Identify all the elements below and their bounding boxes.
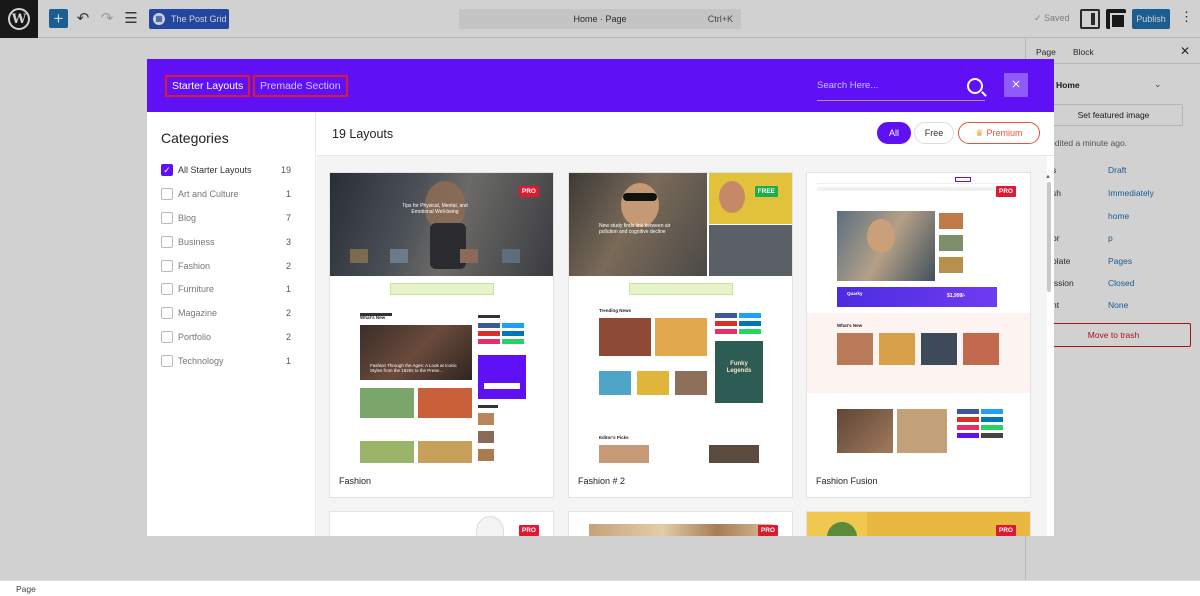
checkbox[interactable] xyxy=(161,283,173,295)
checkbox[interactable] xyxy=(161,260,173,272)
thumb-section-title: Editor's Picks xyxy=(599,435,629,440)
category-count: 1 xyxy=(285,356,291,366)
category-count: 2 xyxy=(285,332,291,342)
category-art-and-culture[interactable]: Art and Culture 1 xyxy=(161,188,291,202)
category-label: Fashion xyxy=(178,261,211,271)
layout-card[interactable]: PRO xyxy=(329,511,554,536)
scrollbar-thumb[interactable] xyxy=(1047,182,1051,292)
category-magazine[interactable]: Magazine 2 xyxy=(161,307,291,321)
layout-card-title: Fashion # 2 xyxy=(578,476,626,486)
tab-premade-section[interactable]: Premade Section xyxy=(253,75,348,97)
category-count: 2 xyxy=(285,308,291,318)
pro-badge: PRO xyxy=(518,525,539,536)
close-button[interactable]: × xyxy=(1004,73,1028,97)
category-portfolio[interactable]: Portfolio 2 xyxy=(161,331,291,345)
layout-preview-image: New study finds link between air polluti… xyxy=(569,173,792,463)
category-label: All Starter Layouts xyxy=(178,165,252,175)
category-technology[interactable]: Technology 1 xyxy=(161,355,291,369)
checkbox-checked-icon[interactable]: ✓ xyxy=(161,164,173,176)
breadcrumb-page[interactable]: Page xyxy=(16,584,36,594)
starter-layouts-modal: Starter Layouts Premade Section Search H… xyxy=(147,59,1054,536)
layout-card-fashion-fusion[interactable]: Quarky $1,999/- What's New PRO Fashion F… xyxy=(806,172,1031,498)
modal-header: Starter Layouts Premade Section Search H… xyxy=(147,59,1054,112)
category-label: Technology xyxy=(178,356,224,366)
thumb-section-title: What's New xyxy=(360,315,386,320)
pro-badge: PRO xyxy=(995,525,1016,536)
checkbox[interactable] xyxy=(161,307,173,319)
pro-badge: PRO xyxy=(995,186,1016,197)
category-count: 7 xyxy=(285,213,291,223)
categories-title: Categories xyxy=(161,130,229,146)
layout-card-fashion[interactable]: Tips for Physical, Mental, and Emotional… xyxy=(329,172,554,498)
category-label: Magazine xyxy=(178,308,218,318)
category-fashion[interactable]: Fashion 2 xyxy=(161,260,291,274)
checkbox[interactable] xyxy=(161,188,173,200)
layout-card-title: Fashion Fusion xyxy=(816,476,878,486)
checkbox[interactable] xyxy=(161,331,173,343)
category-label: Furniture xyxy=(178,284,215,294)
free-badge: FREE xyxy=(754,186,778,197)
thumb-section-title: What's New xyxy=(837,323,863,328)
checkbox[interactable] xyxy=(161,212,173,224)
filter-free-button[interactable]: Free xyxy=(914,122,954,144)
category-label: Portfolio xyxy=(178,332,212,342)
layout-card-title: Fashion xyxy=(339,476,372,486)
layout-card[interactable]: PRO xyxy=(568,511,793,536)
premium-label: Premium xyxy=(986,128,1023,138)
category-label: Blog xyxy=(178,213,197,223)
categories-sidebar: Categories ✓ All Starter Layouts 19 Art … xyxy=(147,112,316,536)
category-blog[interactable]: Blog 7 xyxy=(161,212,291,226)
thumb-feature-title: Fashion Through the Ages: A Look at Icon… xyxy=(370,363,457,373)
filter-all-button[interactable]: All xyxy=(877,122,911,144)
category-count: 19 xyxy=(280,165,291,175)
layouts-count: 19 Layouts xyxy=(332,127,394,141)
filter-premium-button[interactable]: ♛ Premium xyxy=(958,122,1040,144)
search-icon[interactable] xyxy=(967,78,983,94)
scroll-up-icon[interactable]: ▲ xyxy=(1045,174,1051,180)
category-count: 2 xyxy=(285,261,291,271)
layouts-main: 19 Layouts All Free ♛ Premium Tips for Ph… xyxy=(317,112,1054,536)
layouts-scrollbar[interactable]: ▲ ▼ xyxy=(1045,174,1051,536)
checkbox[interactable] xyxy=(161,355,173,367)
search-placeholder: Search Here... xyxy=(817,80,879,91)
layout-preview-image: Quarky $1,999/- What's New xyxy=(807,173,1030,463)
layout-card-fashion-2[interactable]: New study finds link between air polluti… xyxy=(568,172,793,498)
thumb-headline: New study finds link between air polluti… xyxy=(599,223,671,235)
thumb-section-title: Trending News xyxy=(599,308,632,313)
category-count: 3 xyxy=(285,237,291,247)
category-count: 1 xyxy=(285,284,291,294)
layout-preview-image: Tips for Physical, Mental, and Emotional… xyxy=(330,173,553,463)
category-business[interactable]: Business 3 xyxy=(161,236,291,250)
category-all-starter-layouts[interactable]: ✓ All Starter Layouts 19 xyxy=(161,164,291,178)
thumb-promo-title: Quarky xyxy=(847,291,863,296)
thumb-promo-price: $1,999/- xyxy=(947,293,966,299)
category-label: Business xyxy=(178,237,215,247)
pro-badge: PRO xyxy=(518,186,539,197)
tab-starter-layouts[interactable]: Starter Layouts xyxy=(165,75,251,97)
thumb-ad-text: Funky Legends xyxy=(726,361,752,374)
block-breadcrumb-bar: Page xyxy=(0,580,1200,596)
layout-card[interactable]: PRO xyxy=(806,511,1031,536)
category-count: 1 xyxy=(285,189,291,199)
search-input[interactable]: Search Here... xyxy=(817,75,985,101)
crown-icon: ♛ xyxy=(975,128,984,138)
category-furniture[interactable]: Furniture 1 xyxy=(161,283,291,297)
category-label: Art and Culture xyxy=(178,189,239,199)
pro-badge: PRO xyxy=(757,525,778,536)
checkbox[interactable] xyxy=(161,236,173,248)
thumb-headline: Tips for Physical, Mental, and Emotional… xyxy=(402,203,468,215)
